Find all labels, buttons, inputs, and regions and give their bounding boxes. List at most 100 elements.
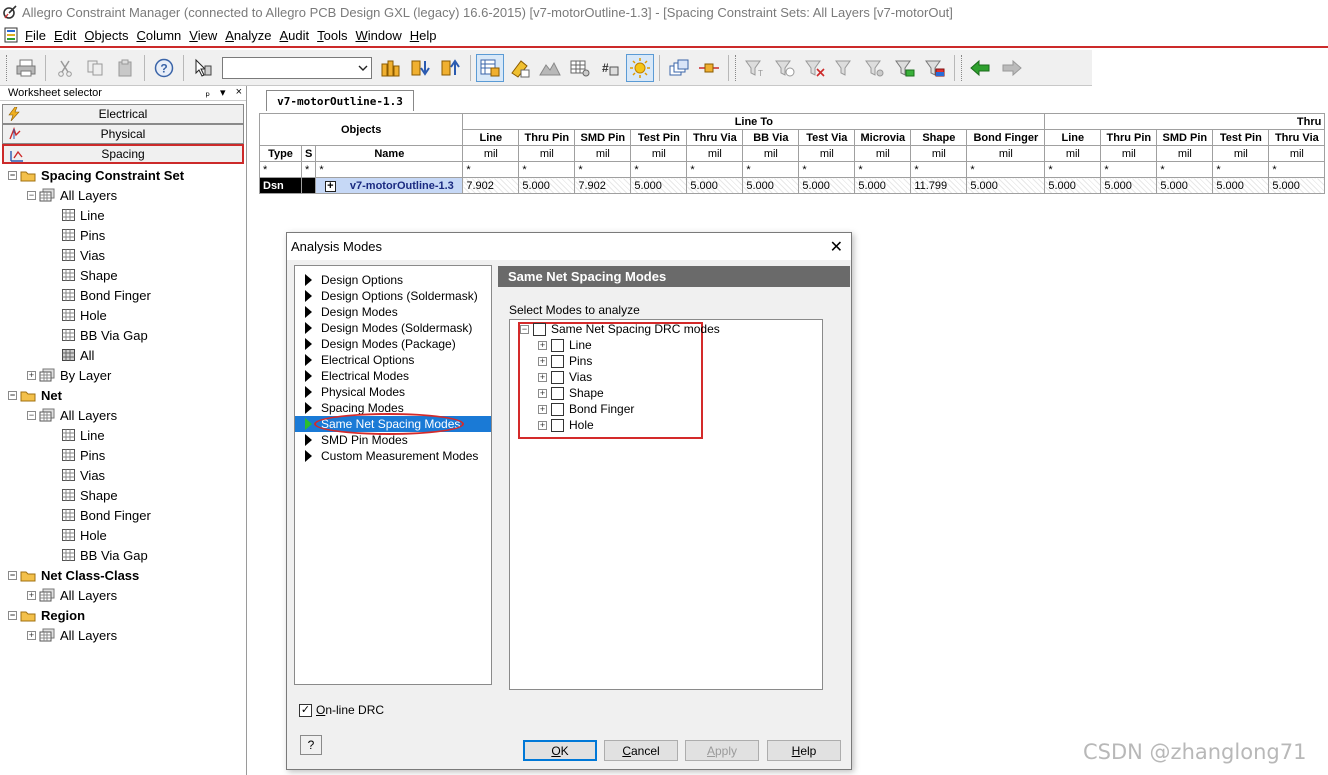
move-up-icon[interactable] <box>437 54 465 82</box>
column-header-bond-finger[interactable]: Bond Finger <box>966 129 1046 146</box>
tree-node-pins[interactable]: + Pins <box>538 353 592 369</box>
thru-group-header[interactable]: Thru <box>1044 113 1326 130</box>
filter-cell[interactable]: * <box>1044 161 1102 178</box>
menu-item-view[interactable]: View <box>186 28 222 43</box>
tree-item-hole[interactable]: Hole <box>62 525 107 545</box>
tree-node-hole[interactable]: + Hole <box>538 417 594 433</box>
expand-icon[interactable]: + <box>538 340 547 350</box>
tree-item-all-layers[interactable]: + All Layers <box>27 625 117 645</box>
menu-item-file[interactable]: File <box>22 28 51 43</box>
value-cell[interactable]: 5.000 <box>1268 177 1326 194</box>
tree-item-pins[interactable]: Pins <box>62 225 105 245</box>
menu-item-audit[interactable]: Audit <box>276 28 314 43</box>
filter-cell[interactable]: * <box>1268 161 1326 178</box>
filter-cell[interactable]: * <box>518 161 576 178</box>
filter-cell[interactable]: * <box>742 161 800 178</box>
allegro-app-icon[interactable] <box>0 2 20 22</box>
document-menu-icon[interactable] <box>0 25 22 45</box>
expand-triangle-icon[interactable] <box>305 434 312 446</box>
value-cell[interactable]: 5.000 <box>854 177 912 194</box>
filter-cell[interactable]: * <box>910 161 968 178</box>
toolbar-grip[interactable] <box>6 54 9 81</box>
print-icon[interactable] <box>12 54 40 82</box>
expand-icon[interactable]: + <box>538 372 547 382</box>
menu-item-tools[interactable]: Tools <box>314 28 352 43</box>
tree-item-vias[interactable]: Vias <box>62 465 105 485</box>
checkbox[interactable] <box>551 354 564 368</box>
cancel-button[interactable]: Cancel <box>604 740 678 761</box>
apply-button[interactable]: Apply <box>685 740 759 761</box>
column-header-line[interactable]: Line <box>462 129 520 146</box>
tree-item-bond-finger[interactable]: Bond Finger <box>62 505 151 525</box>
tree-item-spacing-constraint-set[interactable]: − Spacing Constraint Set <box>8 165 184 185</box>
value-cell[interactable]: 5.000 <box>518 177 576 194</box>
value-cell[interactable]: 5.000 <box>1156 177 1214 194</box>
filter-clock-icon[interactable] <box>771 54 799 82</box>
online-drc-check[interactable]: ✓ <box>299 703 312 717</box>
table-grid-icon[interactable] <box>566 54 594 82</box>
column-header-test-pin[interactable]: Test Pin <box>630 129 688 146</box>
column-header-thru-via[interactable]: Thru Via <box>1268 129 1326 146</box>
menu-item-objects[interactable]: Objects <box>81 28 133 43</box>
tree-item-vias[interactable]: Vias <box>62 245 105 265</box>
mode-item-design-modes-soldermask[interactable]: Design Modes (Soldermask) <box>295 320 491 336</box>
expand-row-icon[interactable]: + <box>324 180 336 192</box>
expand-icon[interactable]: + <box>538 420 547 430</box>
tree-item-all-layers[interactable]: − All Layers <box>27 405 117 425</box>
mode-item-smd-pin-modes[interactable]: SMD Pin Modes <box>295 432 491 448</box>
column-header-microvia[interactable]: Microvia <box>854 129 912 146</box>
checkbox[interactable] <box>551 338 564 352</box>
move-down-icon[interactable] <box>407 54 435 82</box>
row-s-cell[interactable] <box>300 177 317 194</box>
checkbox[interactable] <box>533 322 546 336</box>
row-type-cell[interactable]: Dsn <box>259 177 302 194</box>
filter-cell[interactable]: * <box>300 161 317 178</box>
expand-triangle-icon[interactable] <box>305 450 312 462</box>
column-header-bb-via[interactable]: BB Via <box>742 129 800 146</box>
filter-color-icon[interactable] <box>921 54 949 82</box>
expand-icon[interactable]: + <box>27 370 36 380</box>
tree-item-shape[interactable]: Shape <box>62 265 118 285</box>
expand-triangle-icon[interactable] <box>305 370 312 382</box>
tree-node-bond-finger[interactable]: + Bond Finger <box>538 401 634 417</box>
menu-item-help[interactable]: Help <box>407 28 442 43</box>
object-filter-combo[interactable] <box>222 56 372 79</box>
tree-item-pins[interactable]: Pins <box>62 445 105 465</box>
value-cell[interactable]: 5.000 <box>798 177 856 194</box>
filter-options-icon[interactable] <box>861 54 889 82</box>
value-cell[interactable]: 5.000 <box>1212 177 1270 194</box>
tree-item-region[interactable]: − Region <box>8 605 85 625</box>
online-drc-checkbox[interactable]: ✓ On-line DRC <box>299 703 384 717</box>
line-to-group-header[interactable]: Line To <box>462 113 1046 130</box>
filter-green-icon[interactable] <box>891 54 919 82</box>
value-cell[interactable]: 5.000 <box>1044 177 1102 194</box>
filter-cell[interactable]: * <box>574 161 632 178</box>
mode-item-electrical-options[interactable]: Electrical Options <box>295 352 491 368</box>
tree-item-all[interactable]: All <box>62 345 94 365</box>
bus-objects-icon[interactable] <box>377 54 405 82</box>
tree-item-bond-finger[interactable]: Bond Finger <box>62 285 151 305</box>
connection-icon[interactable] <box>695 54 723 82</box>
net-properties-icon[interactable]: # <box>596 54 624 82</box>
checkbox[interactable] <box>551 402 564 416</box>
value-cell[interactable]: 5.000 <box>686 177 744 194</box>
filter-cell[interactable]: * <box>966 161 1046 178</box>
filter-settings-icon[interactable] <box>831 54 859 82</box>
menu-item-column[interactable]: Column <box>133 28 186 43</box>
collapse-icon[interactable]: − <box>8 390 17 400</box>
mode-item-same-net-spacing-modes[interactable]: Same Net Spacing Modes <box>295 413 491 435</box>
collapse-icon[interactable]: − <box>27 410 36 420</box>
filter-cell[interactable]: * <box>1156 161 1214 178</box>
mode-item-physical-modes[interactable]: Physical Modes <box>295 384 491 400</box>
filter-clear-icon[interactable] <box>801 54 829 82</box>
expand-icon[interactable]: + <box>538 356 547 366</box>
select-object-icon[interactable] <box>189 54 217 82</box>
help-icon[interactable]: ? <box>150 54 178 82</box>
collapse-icon[interactable]: − <box>8 170 17 180</box>
mode-item-custom-measurement-modes[interactable]: Custom Measurement Modes <box>295 448 491 464</box>
worksheet-electrical-button[interactable]: Electrical <box>2 104 244 124</box>
checkbox[interactable] <box>551 370 564 384</box>
value-cell[interactable]: 5.000 <box>742 177 800 194</box>
menu-item-window[interactable]: Window <box>352 28 406 43</box>
value-cell[interactable]: 11.799 <box>910 177 968 194</box>
